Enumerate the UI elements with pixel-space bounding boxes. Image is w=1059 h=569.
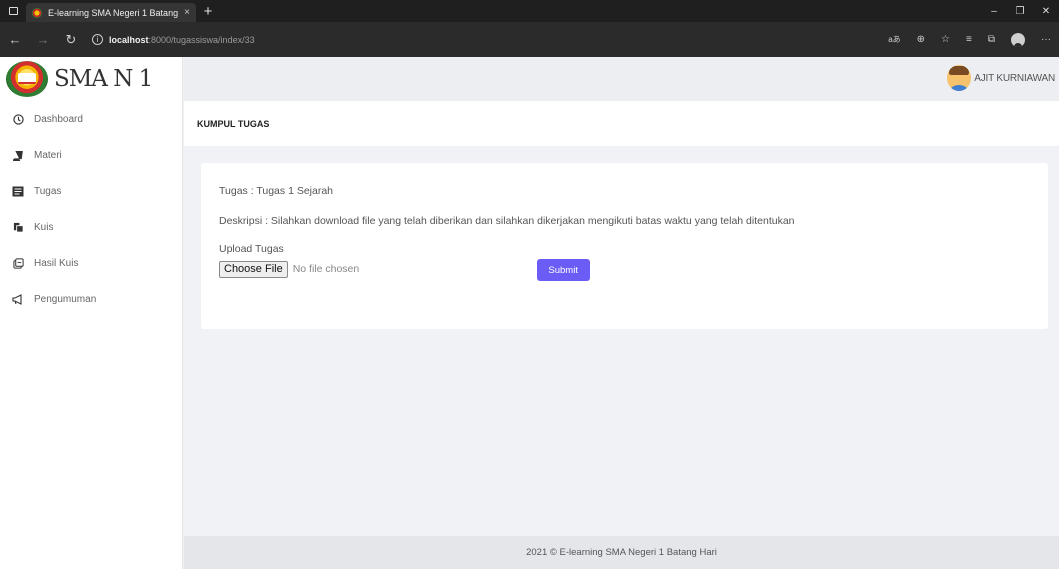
window-controls: – ❐ ✕ bbox=[981, 0, 1059, 22]
url-host: localhost bbox=[109, 34, 149, 45]
megaphone-icon bbox=[12, 293, 24, 305]
choose-file-button[interactable]: Choose File bbox=[219, 260, 288, 278]
sidebar-item-materi[interactable]: Materi bbox=[0, 137, 182, 173]
favorites-icon[interactable]: ≡ bbox=[966, 34, 972, 45]
sidebar-item-label: Dashboard bbox=[34, 113, 83, 125]
sidebar-menu: Dashboard Materi Tugas Kuis Hasil Kuis P… bbox=[0, 101, 182, 317]
page-title: KUMPUL TUGAS bbox=[197, 118, 270, 129]
upload-label: Upload Tugas bbox=[219, 243, 284, 255]
site-info-icon[interactable]: i bbox=[92, 34, 103, 45]
tab-title: E-learning SMA Negeri 1 Batang bbox=[48, 7, 179, 18]
more-icon[interactable]: ··· bbox=[1041, 34, 1051, 45]
footer: 2021 © E-learning SMA Negeri 1 Batang Ha… bbox=[184, 536, 1059, 569]
user-name: AJIT KURNIAWAN bbox=[974, 72, 1055, 84]
dashboard-icon bbox=[12, 113, 24, 125]
book-icon bbox=[12, 149, 24, 161]
quiz-icon bbox=[12, 221, 24, 233]
favorite-add-icon[interactable]: ☆ bbox=[941, 34, 950, 45]
logo-text: SMA N 1 bbox=[54, 66, 153, 92]
page-header: KUMPUL TUGAS bbox=[184, 101, 1059, 146]
tab-actions-button[interactable] bbox=[0, 0, 26, 22]
sidebar-item-label: Kuis bbox=[34, 221, 54, 233]
browser-tab[interactable]: E-learning SMA Negeri 1 Batang × bbox=[26, 3, 196, 22]
sidebar-item-label: Materi bbox=[34, 149, 62, 161]
logo[interactable]: SMA N 1 bbox=[0, 57, 182, 101]
footer-text: 2021 © E-learning SMA Negeri 1 Batang Ha… bbox=[526, 547, 717, 558]
sidebar-item-kuis[interactable]: Kuis bbox=[0, 209, 182, 245]
favicon-icon bbox=[32, 7, 42, 18]
sidebar-item-hasil-kuis[interactable]: Hasil Kuis bbox=[0, 245, 182, 281]
tab-actions-icon bbox=[8, 7, 18, 15]
read-aloud-icon[interactable]: aあ bbox=[888, 34, 900, 45]
user-menu[interactable]: AJIT KURNIAWAN bbox=[947, 65, 1055, 91]
submission-card: Tugas : Tugas 1 Sejarah Deskripsi : Sila… bbox=[201, 163, 1048, 329]
sidebar-item-label: Tugas bbox=[34, 185, 62, 197]
sidebar: SMA N 1 Dashboard Materi Tugas Kuis Hasi… bbox=[0, 57, 183, 569]
zoom-icon[interactable]: ⊕ bbox=[917, 34, 925, 45]
address-bar: ← → ↻ i localhost:8000/tugassiswa/index/… bbox=[0, 22, 1059, 57]
url-field[interactable]: i localhost:8000/tugassiswa/index/33 bbox=[92, 34, 874, 45]
sidebar-item-label: Pengumuman bbox=[34, 293, 97, 305]
avatar bbox=[947, 65, 972, 91]
submit-button[interactable]: Submit bbox=[536, 259, 590, 281]
forward-icon[interactable]: → bbox=[36, 32, 50, 47]
minimize-button[interactable]: – bbox=[981, 0, 1007, 22]
result-icon bbox=[12, 257, 24, 269]
close-window-button[interactable]: ✕ bbox=[1033, 0, 1059, 22]
task-name: Tugas : Tugas 1 Sejarah bbox=[219, 185, 334, 197]
sidebar-item-pengumuman[interactable]: Pengumuman bbox=[0, 281, 182, 317]
collections-icon[interactable]: ⧉ bbox=[988, 34, 995, 45]
task-description: Deskripsi : Silahkan download file yang … bbox=[219, 215, 795, 227]
maximize-button[interactable]: ❐ bbox=[1007, 0, 1033, 22]
url-path: :8000/tugassiswa/index/33 bbox=[148, 34, 255, 45]
upload-row: Choose File No file chosen Submit bbox=[219, 257, 1048, 281]
sidebar-item-tugas[interactable]: Tugas bbox=[0, 173, 182, 209]
file-status: No file chosen bbox=[292, 263, 360, 275]
sidebar-item-label: Hasil Kuis bbox=[34, 257, 79, 269]
refresh-icon[interactable]: ↻ bbox=[64, 32, 78, 48]
school-emblem-icon bbox=[6, 61, 48, 97]
tab-close-icon[interactable]: × bbox=[184, 7, 190, 18]
sidebar-item-dashboard[interactable]: Dashboard bbox=[0, 101, 182, 137]
browser-tab-bar: E-learning SMA Negeri 1 Batang × + – ❐ ✕ bbox=[0, 0, 1059, 22]
new-tab-button[interactable]: + bbox=[196, 0, 220, 22]
top-header: AJIT KURNIAWAN bbox=[184, 57, 1059, 101]
back-icon[interactable]: ← bbox=[8, 32, 22, 47]
profile-icon[interactable] bbox=[1011, 32, 1025, 47]
assignment-icon bbox=[12, 185, 24, 197]
browser-toolbar-icons: aあ ⊕ ☆ ≡ ⧉ ··· bbox=[888, 32, 1051, 47]
